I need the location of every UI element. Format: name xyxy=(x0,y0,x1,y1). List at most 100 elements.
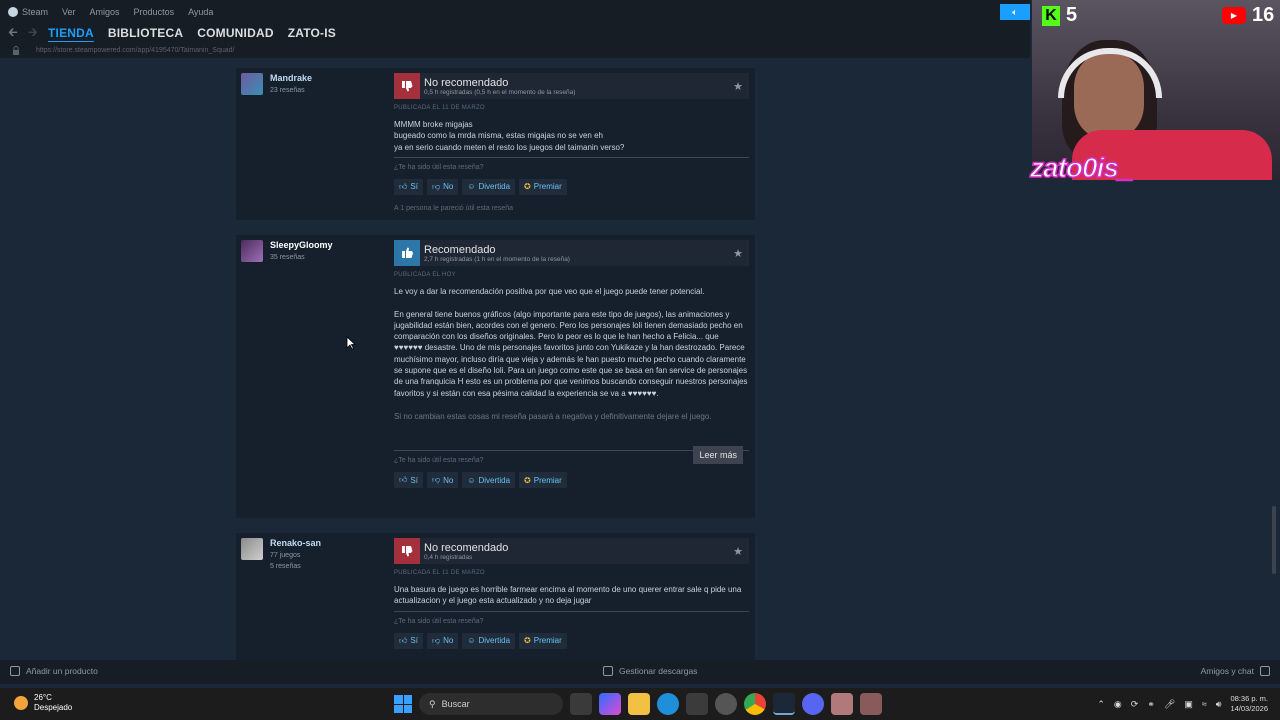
tab-comunidad[interactable]: COMUNIDAD xyxy=(197,26,273,40)
clock[interactable]: 08:36 p. m. 14/03/2026 xyxy=(1230,694,1268,714)
thumbs-down-icon xyxy=(394,538,420,564)
copilot-icon[interactable] xyxy=(599,693,621,715)
system-tray: ⌃ ◉ ⟳ ⚭ 🎤︎ ▣ ≈ 🔊︎ 08:36 p. m. 14/03/2026 xyxy=(1097,694,1268,714)
youtube-count: 16 xyxy=(1252,4,1275,26)
hours-played: 0,5 h registradas (0,5 h en el momento d… xyxy=(424,88,576,96)
review-text: Una basura de juego es horrible farmear … xyxy=(394,585,742,606)
avatar[interactable] xyxy=(241,73,263,95)
store-icon[interactable] xyxy=(686,693,708,715)
display-icon[interactable]: ▣ xyxy=(1184,699,1193,710)
author-review-count: 23 reseñas xyxy=(270,87,305,94)
manage-downloads-button[interactable]: Gestionar descargas xyxy=(603,666,697,676)
award-button[interactable]: ✪ Premiar xyxy=(519,632,567,649)
smiley-icon: ☺ xyxy=(467,636,476,646)
review-card: SleepyGloomy 35 reseñas Recomendado 2,7 … xyxy=(236,235,755,518)
review-author[interactable]: Mandrake 23 reseñas xyxy=(241,73,312,95)
verdict-header[interactable]: No recomendado 0,4 h registradas ★ xyxy=(394,538,749,564)
menu-productos[interactable]: Productos xyxy=(134,7,175,17)
forward-arrow-icon[interactable]: 🡲 xyxy=(28,23,48,44)
avatar[interactable] xyxy=(241,240,263,262)
chat-icon xyxy=(1260,666,1270,676)
steam-icon[interactable] xyxy=(773,693,795,715)
verdict-title: Recomendado xyxy=(424,243,496,256)
read-more-button[interactable]: Leer más xyxy=(693,446,743,464)
tab-tienda[interactable]: TIENDA xyxy=(48,26,94,40)
author-name[interactable]: Mandrake xyxy=(270,73,312,83)
thumbs-down-icon xyxy=(394,73,420,99)
verdict-title: No recomendado xyxy=(424,541,509,554)
menu-amigos[interactable]: Amigos xyxy=(90,7,120,17)
add-product-button[interactable]: Añadir un producto xyxy=(10,666,98,676)
friends-label: Amigos y chat xyxy=(1200,666,1254,676)
vote-funny-button[interactable]: ☺ Divertida xyxy=(462,178,516,195)
settings-icon[interactable] xyxy=(715,693,737,715)
vote-no-label: No xyxy=(443,636,454,646)
edge-icon[interactable] xyxy=(657,693,679,715)
author-name[interactable]: Renako-san xyxy=(270,538,321,548)
sync-icon[interactable]: ⟳ xyxy=(1131,699,1139,710)
youtube-icon: ▶ xyxy=(1222,7,1246,24)
verdict-header[interactable]: Recomendado 2,7 h registradas (1 h en el… xyxy=(394,240,749,266)
vote-no-button[interactable]: 👎︎ No xyxy=(426,178,459,195)
star-icon[interactable]: ★ xyxy=(733,80,743,93)
taskbar-search[interactable]: ⚲ Buscar xyxy=(419,693,563,715)
game-icon[interactable] xyxy=(860,693,882,715)
vote-yes-button[interactable]: 👍︎ Sí xyxy=(394,632,423,649)
file-explorer-icon[interactable] xyxy=(628,693,650,715)
vote-funny-button[interactable]: ☺ Divertida xyxy=(462,472,516,489)
vote-no-button[interactable]: 👎︎ No xyxy=(426,472,459,489)
review-author[interactable]: SleepyGloomy 35 reseñas xyxy=(241,240,333,262)
wifi-icon[interactable]: ≈ xyxy=(1202,699,1207,709)
hours-played: 0,4 h registradas xyxy=(424,553,473,561)
vote-yes-button[interactable]: 👍︎ Sí xyxy=(394,472,423,489)
author-name[interactable]: SleepyGloomy xyxy=(270,240,333,250)
menu-steam[interactable]: Steam xyxy=(22,7,48,17)
weather-widget[interactable]: 26°C Despejado xyxy=(14,693,72,713)
headset-icon[interactable]: ⚭ xyxy=(1147,699,1155,710)
chrome-icon[interactable] xyxy=(744,693,766,715)
game-icon[interactable] xyxy=(831,693,853,715)
chevron-up-icon[interactable]: ⌃ xyxy=(1097,699,1105,710)
award-button[interactable]: ✪ Premiar xyxy=(519,472,567,489)
windows-start-icon[interactable] xyxy=(394,695,412,713)
vote-funny-button[interactable]: ☺ Divertida xyxy=(462,632,516,649)
sun-icon xyxy=(14,696,28,710)
back-arrow-icon[interactable]: 🡰 xyxy=(8,23,28,44)
page-scrollbar[interactable] xyxy=(1272,506,1276,574)
mouse-cursor-icon xyxy=(346,336,356,350)
thumbs-down-icon: 👎︎ xyxy=(431,635,441,645)
award-icon: ✪ xyxy=(524,182,531,192)
tab-profile[interactable]: ZATO-IS xyxy=(288,26,336,40)
award-label: Premiar xyxy=(533,182,562,192)
review-author[interactable]: Renako-san 77 juegos 5 reseñas xyxy=(241,538,321,570)
avatar[interactable] xyxy=(241,538,263,560)
award-label: Premiar xyxy=(533,475,562,485)
vote-funny-label: Divertida xyxy=(478,475,511,485)
vote-no-button[interactable]: 👎︎ No xyxy=(426,632,459,649)
review-body: Recomendado 2,7 h registradas (1 h en el… xyxy=(394,240,749,489)
discord-icon[interactable] xyxy=(802,693,824,715)
thumbs-up-icon: 👍︎ xyxy=(399,181,408,191)
steam-nav: 🡰 🡲 TIENDA BIBLIOTECA COMUNIDAD ZATO-IS xyxy=(0,22,1030,44)
vote-buttons: 👍︎ Sí 👎︎ No ☺ Divertida ✪ Premiar xyxy=(394,632,749,649)
task-view-icon[interactable] xyxy=(570,693,592,715)
reload-and-lock-icons[interactable] xyxy=(12,46,20,55)
review-card: Mandrake 23 reseñas No recomendado 0,5 h… xyxy=(236,68,755,220)
microphone-icon[interactable]: 🎤︎ xyxy=(1164,699,1175,710)
friends-chat-button[interactable]: Amigos y chat xyxy=(1201,666,1270,676)
vote-yes-button[interactable]: 👍︎ Sí xyxy=(394,178,423,195)
menu-ver[interactable]: Ver xyxy=(62,7,76,17)
review-body: No recomendado 0,5 h registradas (0,5 h … xyxy=(394,73,749,212)
url-text[interactable]: https://store.steampowered.com/app/41954… xyxy=(36,47,234,54)
menu-ayuda[interactable]: Ayuda xyxy=(188,7,213,17)
star-icon[interactable]: ★ xyxy=(733,247,743,260)
verdict-header[interactable]: No recomendado 0,5 h registradas (0,5 h … xyxy=(394,73,749,99)
lock-icon xyxy=(13,46,19,55)
tab-biblioteca[interactable]: BIBLIOTECA xyxy=(108,26,183,40)
vote-yes-label: Sí xyxy=(410,182,418,192)
star-icon[interactable]: ★ xyxy=(733,545,743,558)
award-button[interactable]: ✪ Premiar xyxy=(519,178,567,195)
network-icon[interactable]: ◉ xyxy=(1114,699,1122,710)
volume-icon[interactable]: 🔊︎ xyxy=(1216,699,1222,710)
search-placeholder: Buscar xyxy=(441,699,470,709)
